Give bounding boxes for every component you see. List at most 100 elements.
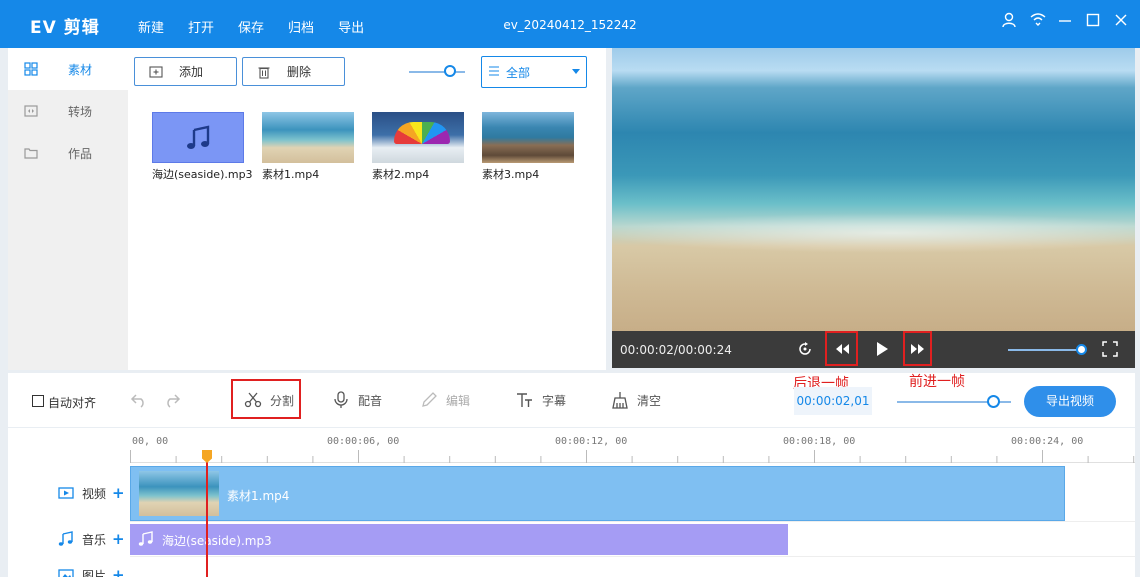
- maximize-icon[interactable]: [1086, 12, 1100, 30]
- subtitle-button-label: 字幕: [542, 393, 567, 408]
- fullscreen-button[interactable]: [1099, 338, 1121, 360]
- sidebar-item-label: 转场: [68, 104, 93, 119]
- sidebar-item-materials[interactable]: 素材: [8, 48, 128, 90]
- video-thumbnail: [482, 112, 574, 163]
- ruler-ticks: [130, 450, 1135, 463]
- playback-timecode: 00:00:02/00:00:24: [620, 343, 732, 357]
- media-library: 添加 删除 全部 海边(seaside).mp3 素材1.mp4 素材2.mp4…: [128, 48, 606, 370]
- media-item[interactable]: 素材1.mp4: [262, 112, 354, 182]
- thumbnail-size-slider[interactable]: [409, 71, 465, 73]
- subtitle-button[interactable]: 字幕: [516, 391, 566, 409]
- playhead-line[interactable]: [206, 450, 208, 577]
- redo-icon: [167, 394, 181, 408]
- timeline-zoom-knob[interactable]: [987, 395, 1000, 408]
- document-title: ev_20240412_152242: [503, 18, 637, 32]
- add-image-track-button[interactable]: +: [112, 566, 125, 577]
- scissors-icon: [244, 392, 262, 408]
- title-bar: EV 剪辑 新建 打开 保存 归档 导出 ev_20240412_152242: [0, 0, 1140, 48]
- split-button[interactable]: 分割: [244, 391, 294, 409]
- delete-button-label: 删除: [287, 65, 312, 79]
- thumbnail-size-knob[interactable]: [444, 65, 456, 77]
- broom-icon: [612, 392, 628, 409]
- music-note-icon: [138, 531, 153, 546]
- dub-button-label: 配音: [358, 393, 383, 408]
- play-icon: [877, 342, 888, 356]
- track-label-image: 图片 +: [58, 566, 125, 577]
- media-item[interactable]: 海边(seaside).mp3: [152, 112, 253, 182]
- music-icon: [58, 531, 73, 546]
- playback-controls: 00:00:02/00:00:24: [612, 331, 1135, 368]
- fast-forward-icon: [911, 344, 924, 354]
- add-button-label: 添加: [179, 65, 204, 79]
- edit-button-label: 编辑: [446, 393, 471, 408]
- sidebar-item-label: 作品: [68, 146, 93, 161]
- volume-knob[interactable]: [1076, 344, 1087, 355]
- next-frame-button[interactable]: [907, 338, 929, 360]
- track-label-text: 图片: [82, 568, 107, 577]
- media-item[interactable]: 素材3.mp4: [482, 112, 574, 182]
- media-item-caption: 素材3.mp4: [482, 168, 540, 181]
- undo-icon: [130, 394, 144, 408]
- audio-clip[interactable]: 海边(seaside).mp3: [130, 524, 788, 555]
- track-label-text: 视频: [82, 486, 107, 501]
- sidebar-item-label: 素材: [68, 62, 93, 77]
- replay-icon: [799, 342, 811, 355]
- music-note-icon: [187, 125, 210, 149]
- add-file-icon: [149, 65, 163, 78]
- timeline-ruler[interactable]: 00, 00 00:00:06, 00 00:00:12, 00 00:00:1…: [130, 428, 1135, 463]
- chevron-down-icon: [572, 69, 580, 74]
- media-item-caption: 海边(seaside).mp3: [152, 168, 253, 181]
- auto-align-checkbox[interactable]: [32, 395, 44, 407]
- fullscreen-icon: [1102, 341, 1118, 357]
- prev-frame-button[interactable]: [831, 338, 853, 360]
- current-time-display: 00:00:02,01: [794, 387, 872, 415]
- pencil-icon: [422, 392, 437, 407]
- wifi-icon[interactable]: [1030, 12, 1046, 30]
- volume-slider[interactable]: [1008, 349, 1082, 351]
- transition-icon: [24, 105, 38, 117]
- replay-button[interactable]: [794, 338, 816, 360]
- media-item[interactable]: 素材2.mp4: [372, 112, 464, 182]
- image-track-row[interactable]: [130, 557, 1135, 577]
- play-button[interactable]: [871, 338, 893, 360]
- undo-button[interactable]: [130, 392, 148, 408]
- sidebar-item-transitions[interactable]: 转场: [8, 90, 128, 132]
- user-icon[interactable]: [1002, 12, 1016, 30]
- redo-button[interactable]: [163, 392, 181, 408]
- annotation-next-frame: 前进一帧: [909, 374, 965, 390]
- sidebar-item-works[interactable]: 作品: [8, 132, 128, 174]
- track-label-text: 音乐: [82, 532, 107, 547]
- split-button-label: 分割: [270, 393, 295, 408]
- video-thumbnail: [262, 112, 354, 163]
- dub-button[interactable]: 配音: [332, 391, 382, 409]
- image-icon: [58, 569, 74, 577]
- trash-icon: [258, 66, 270, 79]
- video-clip[interactable]: 素材1.mp4: [130, 466, 1065, 521]
- add-video-track-button[interactable]: +: [112, 484, 125, 502]
- video-clip-label: 素材1.mp4: [227, 489, 290, 503]
- add-button[interactable]: 添加: [134, 57, 237, 86]
- auto-align-label[interactable]: 自动对齐: [48, 394, 96, 411]
- add-music-track-button[interactable]: +: [112, 530, 125, 548]
- video-icon: [58, 487, 74, 499]
- minimize-icon[interactable]: [1058, 12, 1072, 30]
- close-icon[interactable]: [1114, 12, 1128, 30]
- video-thumbnail: [372, 112, 464, 163]
- microphone-icon: [334, 391, 348, 408]
- filter-select[interactable]: 全部: [481, 56, 587, 88]
- text-icon: [517, 393, 532, 407]
- delete-button[interactable]: 删除: [242, 57, 345, 86]
- media-item-caption: 素材2.mp4: [372, 168, 430, 181]
- edit-button[interactable]: 编辑: [420, 391, 470, 409]
- clear-button[interactable]: 清空: [611, 391, 661, 409]
- export-video-button[interactable]: 导出视频: [1024, 386, 1116, 417]
- edit-toolbar: 自动对齐 分割 配音 编辑 字幕 清空 后退一帧 前进一帧 00:00:02,0…: [8, 373, 1135, 427]
- media-item-caption: 素材1.mp4: [262, 168, 320, 181]
- folder-icon: [24, 148, 38, 159]
- grid-icon: [24, 62, 38, 76]
- window-controls: [1002, 12, 1128, 30]
- track-label-music: 音乐 +: [58, 530, 125, 548]
- preview-foam: [612, 213, 1135, 253]
- video-preview[interactable]: [612, 48, 1135, 331]
- filter-select-value: 全部: [506, 65, 531, 80]
